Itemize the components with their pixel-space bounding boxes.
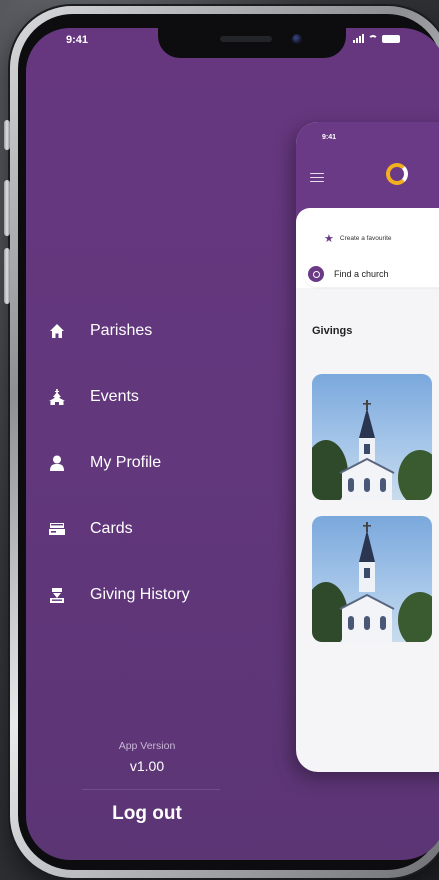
user-icon <box>48 454 66 472</box>
mute-switch <box>4 120 10 150</box>
front-camera <box>292 34 302 44</box>
notch <box>158 28 346 58</box>
status-icons <box>353 34 400 43</box>
preview-status-time: 9:41 <box>322 134 337 141</box>
app-logo-icon <box>386 163 408 185</box>
find-church-text: Find a church <box>334 269 389 279</box>
signal-icon <box>353 34 364 43</box>
church-icon <box>48 388 66 406</box>
logout-button[interactable]: Log out <box>26 803 268 825</box>
volume-down-button <box>4 248 10 304</box>
star-icon: ★ <box>324 233 334 245</box>
wifi-icon <box>368 34 378 43</box>
drawer-screen: 9:41 Parishes Events My Profile Cards Gi… <box>26 28 439 860</box>
menu-item-label: Giving History <box>90 586 190 603</box>
create-favourite-link[interactable]: ★ Create a favourite <box>324 232 392 245</box>
hamburger-menu-icon[interactable] <box>310 170 324 185</box>
menu-item-label: Events <box>90 388 139 405</box>
givings-title: Givings <box>312 325 353 337</box>
speaker-grille <box>220 36 272 42</box>
church-image-card[interactable] <box>312 516 432 642</box>
drawer-menu: Parishes Events My Profile Cards Giving … <box>48 298 190 628</box>
menu-item-parishes[interactable]: Parishes <box>48 298 190 364</box>
giving-history-icon <box>48 586 66 604</box>
menu-item-cards[interactable]: Cards <box>48 496 190 562</box>
status-time: 9:41 <box>66 34 89 46</box>
main-screen-preview[interactable]: 9:41 ★ Create a favourite Find a church … <box>296 122 439 772</box>
battery-icon <box>382 34 400 43</box>
menu-item-giving-history[interactable]: Giving History <box>48 562 190 628</box>
volume-up-button <box>4 180 10 236</box>
logout-divider <box>82 789 220 790</box>
menu-item-label: Cards <box>90 520 133 537</box>
menu-item-my-profile[interactable]: My Profile <box>48 430 190 496</box>
create-favourite-text: Create a favourite <box>339 235 392 242</box>
search-icon <box>308 266 324 282</box>
card-icon <box>48 520 66 538</box>
home-icon <box>48 322 66 340</box>
menu-item-label: My Profile <box>90 454 162 471</box>
church-image-card[interactable] <box>312 374 432 500</box>
app-version-label: App Version <box>118 740 176 752</box>
menu-item-label: Parishes <box>90 322 153 339</box>
find-church-search[interactable]: Find a church <box>304 261 439 287</box>
app-version-number: v1.00 <box>129 758 165 774</box>
menu-item-events[interactable]: Events <box>48 364 190 430</box>
